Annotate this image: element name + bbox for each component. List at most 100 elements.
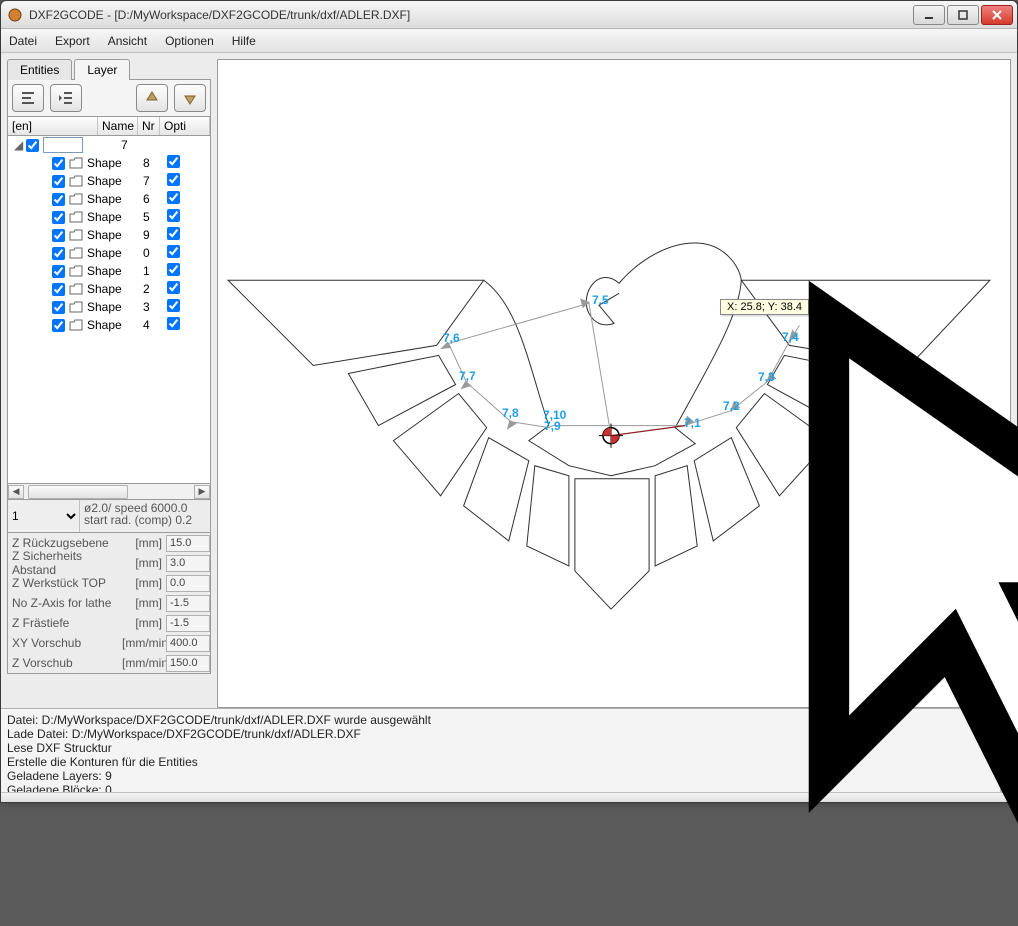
shape-enable-checkbox[interactable] xyxy=(52,211,65,224)
shape-row[interactable]: Shape 6 xyxy=(8,190,210,208)
shape-row[interactable]: Shape 0 xyxy=(8,244,210,262)
shape-nr: 1 xyxy=(143,264,167,278)
param-input[interactable] xyxy=(166,655,210,672)
shape-enable-checkbox[interactable] xyxy=(52,157,65,170)
tree-header-nr[interactable]: Nr xyxy=(138,117,160,135)
shape-row[interactable]: Shape 7 xyxy=(8,172,210,190)
param-label: Z Vorschub xyxy=(8,656,122,670)
shape-opt-checkbox[interactable] xyxy=(167,227,180,240)
shape-opt-checkbox[interactable] xyxy=(167,317,180,330)
shape-enable-checkbox[interactable] xyxy=(52,247,65,260)
menu-datei[interactable]: Datei xyxy=(9,34,37,48)
shape-opt-checkbox[interactable] xyxy=(167,209,180,222)
shape-name: Shape xyxy=(87,174,143,188)
tree-header: [en] Name Nr Opti xyxy=(7,117,211,136)
shape-enable-checkbox[interactable] xyxy=(52,229,65,242)
param-input[interactable] xyxy=(166,535,210,552)
shape-nr: 3 xyxy=(143,300,167,314)
menu-ansicht[interactable]: Ansicht xyxy=(108,34,147,48)
menubar: Datei Export Ansicht Optionen Hilfe xyxy=(1,29,1017,53)
minimize-button[interactable] xyxy=(913,5,945,25)
tab-entities[interactable]: Entities xyxy=(7,59,72,80)
shape-name: Shape xyxy=(87,210,143,224)
shape-enable-checkbox[interactable] xyxy=(52,319,65,332)
param-label: Z Rückzugsebene xyxy=(8,536,122,550)
shape-label: 7,1 xyxy=(684,416,701,430)
shape-opt-checkbox[interactable] xyxy=(167,299,180,312)
tool-select[interactable]: 1 xyxy=(8,500,80,532)
param-label: XY Vorschub xyxy=(8,636,122,650)
menu-export[interactable]: Export xyxy=(55,34,90,48)
shape-enable-checkbox[interactable] xyxy=(52,193,65,206)
menu-hilfe[interactable]: Hilfe xyxy=(232,34,256,48)
param-unit: [mm] xyxy=(122,576,166,590)
tree-header-opti[interactable]: Opti xyxy=(160,117,210,135)
menu-optionen[interactable]: Optionen xyxy=(165,34,214,48)
shape-enable-checkbox[interactable] xyxy=(52,301,65,314)
shape-opt-checkbox[interactable] xyxy=(167,173,180,186)
layer-root-row[interactable]: ◢ 7 xyxy=(8,136,210,154)
shape-row[interactable]: Shape 4 xyxy=(8,316,210,334)
shape-name: Shape xyxy=(87,282,143,296)
shape-opt-checkbox[interactable] xyxy=(167,281,180,294)
root-nr: 7 xyxy=(121,138,145,152)
shape-name: Shape xyxy=(87,228,143,242)
maximize-button[interactable] xyxy=(947,5,979,25)
shape-opt-checkbox[interactable] xyxy=(167,191,180,204)
mouse-cursor-icon xyxy=(716,279,1018,926)
move-up-button[interactable] xyxy=(136,84,168,112)
shape-label: 7,6 xyxy=(443,331,460,345)
shape-row[interactable]: Shape 9 xyxy=(8,226,210,244)
shape-enable-checkbox[interactable] xyxy=(52,175,65,188)
param-input[interactable] xyxy=(166,615,210,632)
scroll-right-icon[interactable]: ▶ xyxy=(194,485,210,499)
shape-nr: 5 xyxy=(143,210,167,224)
shape-row[interactable]: Shape 8 xyxy=(8,154,210,172)
param-row: Z Sicherheits Abstand [mm] xyxy=(8,553,210,573)
side-panel: Entities Layer [en] Name Nr Opti ◢ xyxy=(7,59,211,708)
shape-opt-checkbox[interactable] xyxy=(167,245,180,258)
window-title: DXF2GCODE - [D:/MyWorkspace/DXF2GCODE/tr… xyxy=(29,8,913,22)
drawing-canvas[interactable]: 7,57,67,47,77,37,87,27,107,97,1 X: 25.8;… xyxy=(217,59,1011,708)
shape-nr: 8 xyxy=(143,156,167,170)
param-label: No Z-Axis for lathe xyxy=(8,596,122,610)
shape-row[interactable]: Shape 3 xyxy=(8,298,210,316)
shape-row[interactable]: Shape 5 xyxy=(8,208,210,226)
tab-layer[interactable]: Layer xyxy=(74,59,130,80)
shape-enable-checkbox[interactable] xyxy=(52,283,65,296)
shape-name: Shape xyxy=(87,246,143,260)
shape-row[interactable]: Shape 1 xyxy=(8,262,210,280)
param-unit: [mm/min] xyxy=(122,636,166,650)
align-left-button[interactable] xyxy=(12,84,44,112)
param-row: XY Vorschub [mm/min] xyxy=(8,633,210,653)
shape-nr: 0 xyxy=(143,246,167,260)
shape-opt-checkbox[interactable] xyxy=(167,155,180,168)
expand-icon[interactable]: ◢ xyxy=(14,138,26,152)
tree-header-en[interactable]: [en] xyxy=(8,117,98,135)
tree-header-name[interactable]: Name xyxy=(98,117,138,135)
param-row: Z Frästiefe [mm] xyxy=(8,613,210,633)
root-enable-checkbox[interactable] xyxy=(26,139,39,152)
shape-label: 7,9 xyxy=(544,419,561,433)
shape-enable-checkbox[interactable] xyxy=(52,265,65,278)
param-input[interactable] xyxy=(166,575,210,592)
param-input[interactable] xyxy=(166,635,210,652)
indent-button[interactable] xyxy=(50,84,82,112)
shape-row[interactable]: Shape 2 xyxy=(8,280,210,298)
parameters-panel: Z Rückzugsebene [mm] Z Sicherheits Absta… xyxy=(7,533,211,674)
param-row: No Z-Axis for lathe [mm] xyxy=(8,593,210,613)
shape-label: 7,5 xyxy=(592,293,609,307)
move-down-button[interactable] xyxy=(174,84,206,112)
shape-opt-checkbox[interactable] xyxy=(167,263,180,276)
scroll-thumb[interactable] xyxy=(28,485,128,499)
layer-name-input[interactable] xyxy=(43,137,83,153)
app-icon xyxy=(7,7,23,23)
shape-nr: 2 xyxy=(143,282,167,296)
param-input[interactable] xyxy=(166,555,210,572)
layer-tree: ◢ 7 Shape 8 Shape 7 Shape 6 xyxy=(7,136,211,484)
scroll-left-icon[interactable]: ◀ xyxy=(8,485,24,499)
close-button[interactable] xyxy=(981,5,1013,25)
shape-name: Shape xyxy=(87,192,143,206)
param-input[interactable] xyxy=(166,595,210,612)
tree-h-scrollbar[interactable]: ◀ ▶ xyxy=(7,484,211,500)
